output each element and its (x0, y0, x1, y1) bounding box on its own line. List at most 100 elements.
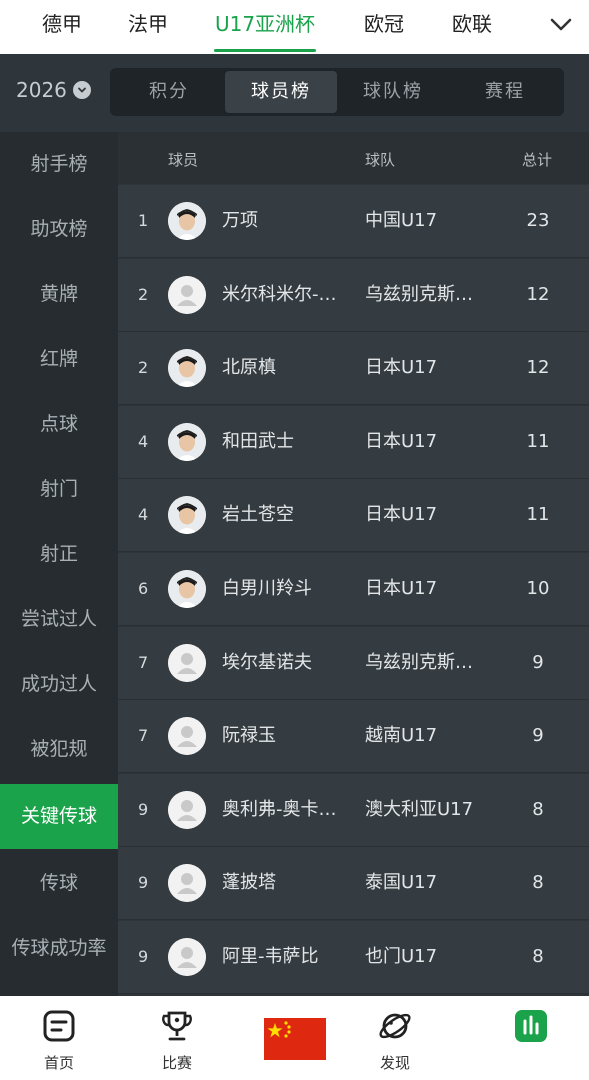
player-team: 澳大利亚U17 (365, 798, 474, 820)
segment-schedule[interactable]: 赛程 (449, 71, 561, 113)
player-rank: 2 (138, 284, 149, 304)
tab-europa-league[interactable]: 欧联 (440, 0, 504, 54)
player-total: 8 (532, 872, 544, 894)
header-player: 球员 (168, 151, 199, 169)
header-team: 球队 (365, 151, 396, 169)
player-team: 乌兹别克斯… (365, 651, 473, 673)
table-header: 球员 球队 总计 (118, 132, 589, 184)
player-avatar (168, 349, 206, 388)
segment-standings[interactable]: 积分 (113, 71, 225, 113)
sidebar-item-red-cards[interactable]: 红牌 (0, 327, 118, 392)
nav-discover-label: 发现 (379, 1054, 410, 1072)
player-name: 蓬披塔 (222, 872, 276, 894)
player-team: 日本U17 (365, 504, 438, 526)
season-selector[interactable]: 2026 (16, 78, 91, 102)
nav-home[interactable]: 首页 (14, 996, 104, 1080)
player-name: 阿里-韦萨比 (222, 946, 319, 967)
table-row[interactable]: 4 岩土苍空 日本U17 11 (118, 479, 589, 553)
player-team: 日本U17 (365, 357, 438, 379)
player-rank: 7 (138, 652, 149, 672)
player-total: 11 (526, 430, 550, 452)
table-row[interactable]: 2 米尔科米尔-… 乌兹别克斯… 12 (118, 258, 589, 332)
nav-discover[interactable]: 发现 (350, 996, 440, 1080)
table-row[interactable]: 1 万项 中国U17 23 (118, 185, 589, 258)
sidebar-item-goals[interactable]: 射手榜 (0, 132, 118, 197)
player-rank: 9 (138, 799, 149, 819)
player-rank: 9 (138, 947, 149, 966)
sidebar-item-shots-on-target[interactable]: 射正 (0, 522, 118, 587)
player-name: 白男川羚斗 (222, 578, 312, 599)
table-row[interactable]: 7 阮禄玉 越南U17 9 (118, 700, 589, 774)
player-avatar (168, 202, 206, 240)
player-team: 日本U17 (365, 430, 438, 452)
nav-data[interactable] (486, 996, 576, 1080)
avatar-placeholder-icon (168, 864, 206, 903)
sub-header: 2026 积分 球员榜 球队榜 赛程 (0, 54, 589, 132)
stats-bars-icon (515, 1010, 547, 1042)
sidebar-item-assists[interactable]: 助攻榜 (0, 197, 118, 262)
sidebar-item-pass-accuracy[interactable]: 传球成功率 (0, 916, 118, 981)
sidebar-item-penalties[interactable]: 点球 (0, 392, 118, 457)
sidebar-item-key-passes[interactable]: 关键传球 (0, 784, 118, 849)
segment-player-rank[interactable]: 球员榜 (225, 71, 337, 113)
player-name: 奥利弗-奥卡… (222, 798, 337, 820)
player-total: 12 (526, 283, 550, 305)
player-rank: 4 (138, 431, 149, 451)
avatar-placeholder-icon (168, 717, 206, 756)
china-flag-icon[interactable] (264, 1018, 326, 1060)
player-rank: 1 (138, 211, 149, 230)
player-avatar (168, 570, 206, 608)
player-name: 和田武士 (222, 430, 294, 452)
sidebar-item-dribbles-attempted[interactable]: 尝试过人 (0, 587, 118, 652)
season-label: 2026 (16, 78, 67, 102)
player-total: 23 (526, 210, 550, 231)
nav-home-label: 首页 (43, 1054, 74, 1072)
player-total: 11 (526, 504, 550, 526)
stat-category-sidebar: 射手榜 助攻榜 黄牌 红牌 点球 射门 射正 尝试过人 成功过人 被犯规 关键传… (0, 132, 118, 996)
player-total: 10 (526, 578, 550, 599)
player-team: 也门U17 (365, 946, 438, 967)
avatar-placeholder-icon (168, 643, 206, 682)
player-total: 8 (532, 798, 544, 820)
segment-team-rank[interactable]: 球队榜 (337, 71, 449, 113)
sidebar-item-fouled[interactable]: 被犯规 (0, 717, 118, 782)
player-name: 米尔科米尔-… (222, 283, 337, 305)
ranking-segment-control: 积分 球员榜 球队榜 赛程 (110, 68, 564, 116)
player-team: 越南U17 (365, 725, 438, 747)
sidebar-item-passes[interactable]: 传球 (0, 851, 118, 916)
player-ranking-table: 球员 球队 总计 1 万项 中国U17 23 2 米尔科米尔-… 乌兹别克斯… 12 2 北原槙日… (118, 132, 589, 996)
player-name: 岩土苍空 (222, 504, 294, 526)
tab-bundesliga[interactable]: 德甲 (30, 0, 94, 54)
table-row[interactable]: 2 北原槙 日本U17 12 (118, 332, 589, 406)
table-row[interactable]: 9 阿里-韦萨比 也门U17 8 (118, 921, 589, 994)
league-tab-bar: 德甲 法甲 U17亚洲杯 欧冠 欧联 (0, 0, 589, 54)
player-team: 乌兹别克斯… (365, 283, 473, 305)
tab-ligue1[interactable]: 法甲 (116, 0, 180, 54)
home-doc-icon (43, 1010, 75, 1042)
sidebar-item-yellow-cards[interactable]: 黄牌 (0, 262, 118, 327)
player-rank: 2 (138, 358, 149, 378)
chevron-down-icon (72, 81, 91, 99)
player-team: 泰国U17 (365, 872, 438, 894)
player-rank: 9 (138, 873, 149, 893)
table-row[interactable]: 4 和田武士 日本U17 11 (118, 405, 589, 479)
player-rank: 7 (138, 726, 149, 746)
player-name: 万项 (222, 210, 258, 231)
tab-u17-asian-cup[interactable]: U17亚洲杯 (206, 0, 324, 54)
avatar-placeholder-icon (168, 275, 206, 314)
header-total: 总计 (522, 151, 553, 169)
table-row[interactable]: 9 奥利弗-奥卡… 澳大利亚U17 8 (118, 773, 589, 847)
sidebar-item-shots[interactable]: 射门 (0, 457, 118, 522)
table-row[interactable]: 6 白男川羚斗 日本U17 10 (118, 553, 589, 626)
player-avatar (168, 422, 206, 461)
planet-icon (379, 1013, 411, 1039)
chevron-down-icon[interactable] (545, 8, 577, 40)
table-row[interactable]: 9 蓬披塔 泰国U17 8 (118, 847, 589, 921)
table-row[interactable]: 7 埃尔基诺夫 乌兹别克斯… 9 (118, 626, 589, 700)
tab-champions-league[interactable]: 欧冠 (352, 0, 416, 54)
sidebar-item-dribbles-succeeded[interactable]: 成功过人 (0, 652, 118, 717)
nav-matches[interactable]: 比赛 (132, 996, 222, 1080)
player-name: 北原槙 (222, 357, 276, 379)
player-avatar (168, 496, 206, 535)
avatar-placeholder-icon (168, 938, 206, 976)
